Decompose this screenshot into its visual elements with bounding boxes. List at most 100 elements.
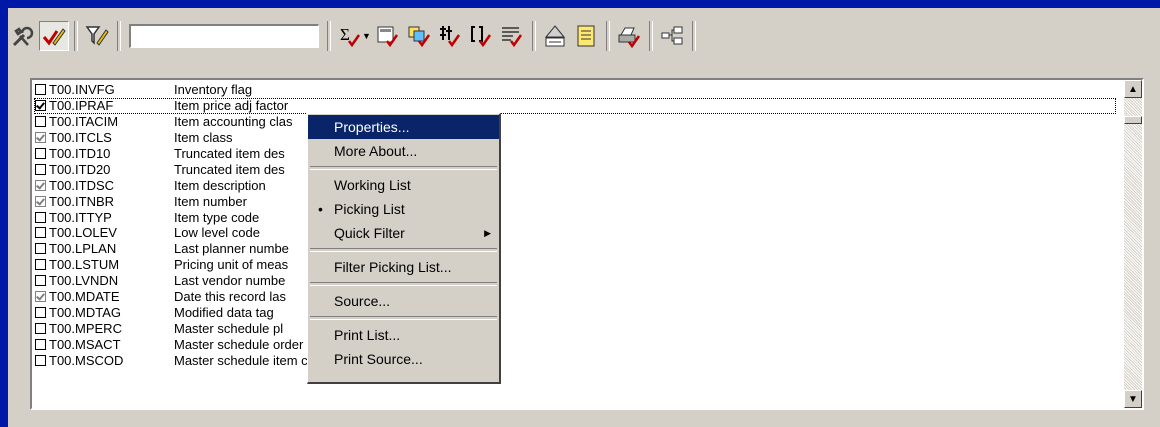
tools-button[interactable] (8, 21, 38, 51)
column-name: T00.INVFG (49, 82, 115, 98)
row-checkbox[interactable] (35, 322, 46, 334)
column-description: Date this record las (174, 289, 286, 305)
list-item[interactable]: T00.ITCLS Item class (34, 130, 1116, 146)
menu-item-source[interactable]: Source... (308, 289, 499, 313)
column-description: Low level code (174, 225, 260, 241)
menu-item-picking-list[interactable]: • Picking List (308, 197, 499, 221)
menu-separator (310, 282, 497, 286)
list-item[interactable]: T00.MSACT Master schedule order activity … (34, 336, 1116, 352)
column-name: T00.LSTUM (49, 257, 120, 273)
toolbar-separator (74, 21, 78, 51)
column-name: T00.LPLAN (49, 241, 117, 257)
toolbar-separator (327, 21, 331, 51)
list-item[interactable]: T00.LPLAN Last planner numbe (34, 241, 1116, 257)
row-checkbox[interactable] (35, 132, 46, 144)
row-checkbox[interactable] (35, 179, 46, 191)
column-description: Truncated item des (174, 161, 285, 177)
list-item[interactable]: T00.INVFG Inventory flag (34, 82, 1116, 98)
column-list[interactable]: T00.INVFG Inventory flag T00.IPRAF Item pri… (30, 78, 1144, 410)
copy-check-button[interactable] (404, 21, 434, 51)
check-pencil-button[interactable] (39, 21, 69, 51)
column-description: Item price adj factor (174, 98, 289, 114)
sum-button[interactable]: Σ (335, 21, 365, 51)
row-checkbox[interactable] (35, 116, 46, 128)
list-item[interactable]: T00.IPRAF Item price adj factor (34, 97, 1116, 114)
column-name: T00.LVNDN (49, 273, 119, 289)
column-name: T00.MPERC (49, 320, 122, 336)
row-checkbox[interactable] (35, 338, 46, 350)
row-checkbox[interactable] (35, 259, 46, 271)
column-name: T00.ITDSC (49, 177, 115, 193)
row-checkbox[interactable] (35, 148, 46, 159)
column-name: T00.MSCOD (49, 352, 124, 368)
menu-separator (310, 166, 497, 170)
toolbar-separator (605, 21, 610, 51)
scroll-up-button[interactable]: ▲ (1124, 80, 1142, 98)
list-item[interactable]: T00.LVNDN Last vendor numbe (34, 273, 1116, 289)
column-description: Item description (174, 177, 266, 193)
column-name: T00.LOLEV (49, 225, 117, 241)
dropdown-arrow-icon[interactable]: ▼ (362, 31, 371, 41)
menu-item-label: More About... (334, 143, 418, 159)
list-item[interactable]: T00.ITNBR Item number (34, 193, 1116, 209)
row-checkbox[interactable] (35, 291, 46, 303)
arrow-down-icon: ▼ (1128, 393, 1138, 405)
row-checkbox[interactable] (35, 211, 46, 223)
row-checkbox[interactable] (35, 163, 46, 175)
list-item[interactable]: T00.MPERC Master schedule pl (34, 320, 1116, 336)
menu-item-label: Filter Picking List... (334, 259, 452, 275)
calculator-button[interactable] (373, 21, 403, 51)
column-description: Item class (174, 130, 233, 146)
column-name: T00.MDATE (49, 289, 120, 305)
menu-item-more-about[interactable]: More About... (308, 139, 499, 163)
sort-check-button[interactable] (435, 21, 465, 51)
list-item[interactable]: T00.ITACIM Item accounting clas (34, 114, 1116, 130)
tree-view-button[interactable] (657, 21, 687, 51)
menu-item-working-list[interactable]: Working List (308, 173, 499, 197)
list-item[interactable]: T00.MDATE Date this record las (34, 289, 1116, 305)
row-checkbox[interactable] (35, 354, 46, 366)
row-checkbox[interactable] (35, 227, 46, 239)
menu-item-properties[interactable]: Properties... (308, 115, 499, 139)
column-description: Modified data tag (174, 304, 274, 320)
menu-item-print-list[interactable]: Print List... (308, 323, 499, 347)
check-pencil-icon (42, 28, 66, 46)
filter-button[interactable] (82, 21, 112, 51)
list-item[interactable]: T00.ITD20 Truncated item des (34, 161, 1116, 177)
column-name: T00.ITTYP (49, 209, 112, 225)
filter-icon (85, 26, 109, 46)
list-item[interactable]: T00.ITD10 Truncated item des (34, 146, 1116, 162)
scroll-down-button[interactable]: ▼ (1124, 390, 1142, 408)
menu-item-label: Source... (334, 293, 391, 309)
toolbar: Σ ▼ (8, 17, 700, 55)
menu-item-print-source[interactable]: Print Source... (308, 347, 499, 371)
list-item[interactable]: T00.MDTAG Modified data tag (34, 304, 1116, 320)
brackets-check-button[interactable] (466, 21, 496, 51)
menu-item-label: Quick Filter (334, 225, 405, 241)
list-item[interactable]: T00.LSTUM Pricing unit of meas (34, 257, 1116, 273)
column-description: Last planner numbe (174, 241, 289, 257)
list-item[interactable]: T00.MSCOD Master schedule item code (34, 352, 1116, 368)
notepad-button[interactable] (571, 21, 601, 51)
list-item[interactable]: T00.LOLEV Low level code (34, 225, 1116, 241)
row-checkbox[interactable] (35, 100, 46, 112)
menu-item-quick-filter[interactable]: Quick Filter ▶ (308, 221, 499, 245)
scroll-thumb[interactable] (1124, 116, 1142, 124)
brackets-check-icon (470, 26, 491, 48)
row-checkbox[interactable] (35, 306, 46, 318)
row-checkbox[interactable] (35, 243, 46, 255)
list-item[interactable]: T00.ITDSC Item description (34, 177, 1116, 193)
column-name: T00.MDTAG (49, 304, 121, 320)
row-checkbox[interactable] (35, 195, 46, 207)
lines-check-button[interactable] (497, 21, 527, 51)
column-description: Item type code (174, 209, 260, 225)
hierarchy-button[interactable] (540, 21, 570, 51)
print-check-button[interactable] (614, 21, 644, 51)
menu-item-filter-picking-list[interactable]: Filter Picking List... (308, 255, 499, 279)
copy-check-icon (408, 26, 430, 48)
list-item[interactable]: T00.ITTYP Item type code (34, 209, 1116, 225)
row-checkbox[interactable] (35, 275, 46, 287)
vertical-scrollbar[interactable]: ▲ ▼ (1124, 80, 1142, 408)
row-checkbox[interactable] (35, 84, 46, 96)
search-input[interactable] (129, 24, 319, 48)
